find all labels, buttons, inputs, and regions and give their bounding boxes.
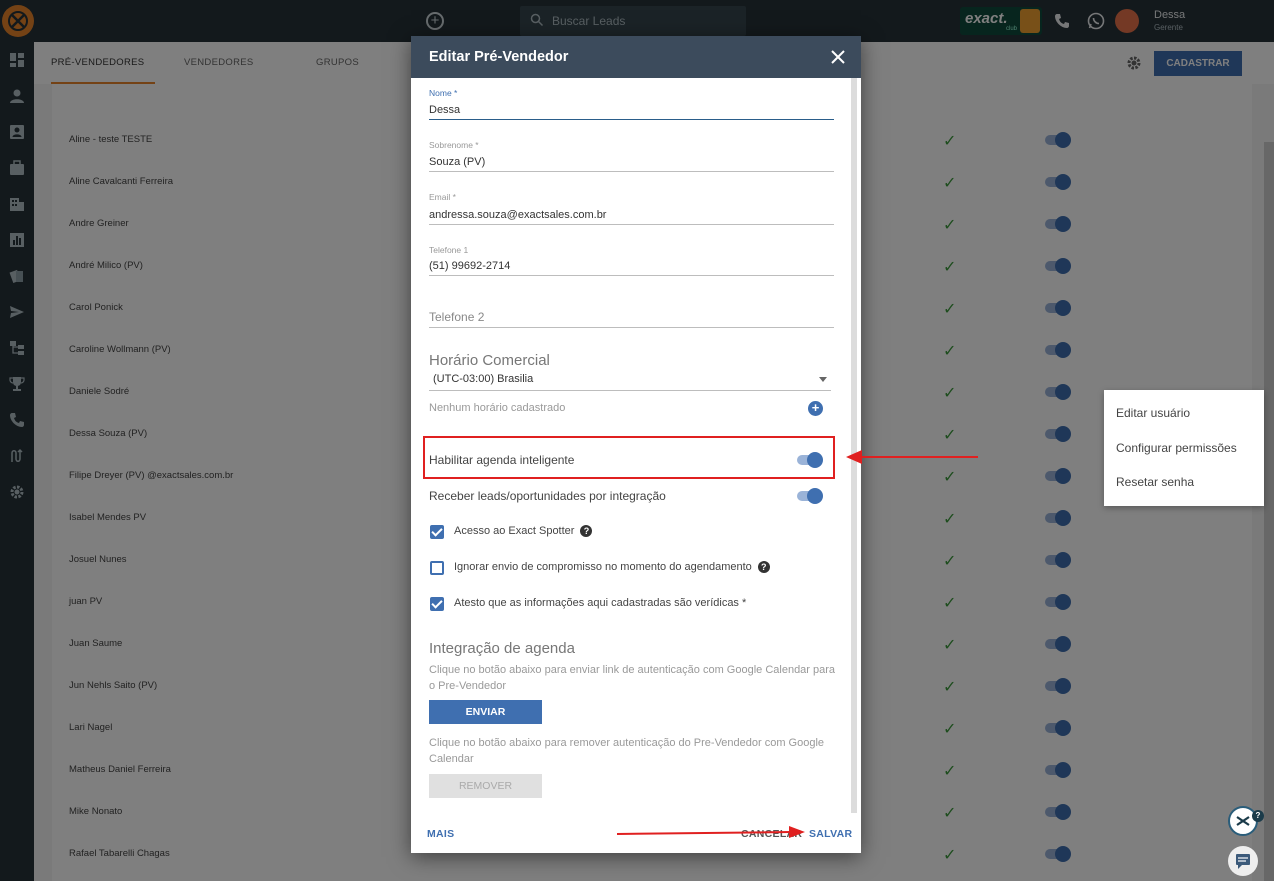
dialog-scrollbar[interactable]	[851, 78, 857, 813]
sobrenome-field: Sobrenome *	[429, 140, 834, 174]
dialog-title: Editar Pré-Vendedor	[429, 49, 569, 65]
atesto-label: Atesto que as informações aqui cadastrad…	[454, 597, 747, 609]
remover-hint: Clique no botão abaixo para remover aute…	[429, 737, 825, 765]
help-icon[interactable]: ?	[757, 561, 770, 574]
email-input[interactable]	[429, 205, 834, 225]
telefone2-field	[429, 308, 834, 330]
ignorar-checkbox[interactable]	[430, 561, 444, 575]
ignorar-label: Ignorar envio de compromisso no momento …	[454, 561, 752, 573]
close-icon[interactable]	[829, 48, 847, 66]
annotation-highlight-box	[423, 436, 835, 479]
email-field: Email *	[429, 192, 834, 226]
enviar-hint: Clique no botão abaixo para enviar link …	[429, 664, 836, 692]
salvar-button[interactable]: SALVAR	[809, 828, 852, 840]
chevron-down-icon	[819, 377, 827, 382]
annotation-arrow-icon	[617, 826, 805, 838]
telefone2-input[interactable]	[429, 308, 834, 328]
timezone-value: (UTC-03:00) Brasilia	[433, 373, 534, 385]
remover-button[interactable]: REMOVER	[429, 774, 542, 798]
annotation-arrow-icon	[846, 450, 978, 464]
horario-comercial-title: Horário Comercial	[429, 352, 550, 369]
context-menu: Editar usuário Configurar permissões Res…	[1104, 390, 1264, 506]
help-icon[interactable]: ?	[580, 525, 593, 538]
integracao-agenda-title: Integração de agenda	[429, 640, 575, 657]
nome-label: Nome *	[429, 88, 458, 98]
menu-item-resetar-senha[interactable]: Resetar senha	[1116, 475, 1194, 489]
telefone1-label: Telefone 1	[429, 245, 469, 255]
receber-leads-toggle[interactable]	[797, 487, 825, 505]
menu-item-configurar-permissoes[interactable]: Configurar permissões	[1116, 441, 1237, 455]
chat-message-icon[interactable]	[1228, 846, 1258, 876]
acesso-label: Acesso ao Exact Spotter	[454, 525, 575, 537]
telefone1-input[interactable]	[429, 256, 834, 276]
acesso-checkbox[interactable]	[430, 525, 444, 539]
telefone1-field: Telefone 1	[429, 245, 834, 279]
atesto-checkbox[interactable]	[430, 597, 444, 611]
ignorar-row: Ignorar envio de compromisso no momento …	[454, 561, 770, 574]
help-badge-icon[interactable]: ?	[1252, 810, 1264, 822]
enviar-button[interactable]: ENVIAR	[429, 700, 542, 724]
nome-field: Nome *	[429, 88, 834, 122]
sobrenome-label: Sobrenome *	[429, 140, 479, 150]
no-schedule-text: Nenhum horário cadastrado	[429, 402, 566, 414]
add-schedule-icon[interactable]: +	[808, 401, 823, 416]
menu-item-editar-usuario[interactable]: Editar usuário	[1116, 406, 1190, 420]
receber-leads-label: Receber leads/oportunidades por integraç…	[429, 489, 666, 503]
dialog-header: Editar Pré-Vendedor	[411, 36, 861, 78]
message-icon	[1236, 854, 1250, 869]
timezone-select[interactable]: (UTC-03:00) Brasilia	[429, 370, 831, 391]
acesso-row: Acesso ao Exact Spotter?	[454, 525, 593, 538]
toggle-knob	[807, 488, 823, 504]
email-label: Email *	[429, 192, 456, 202]
sobrenome-input[interactable]	[429, 152, 834, 172]
nome-input[interactable]	[429, 100, 834, 120]
mais-button[interactable]: MAIS	[427, 828, 454, 840]
